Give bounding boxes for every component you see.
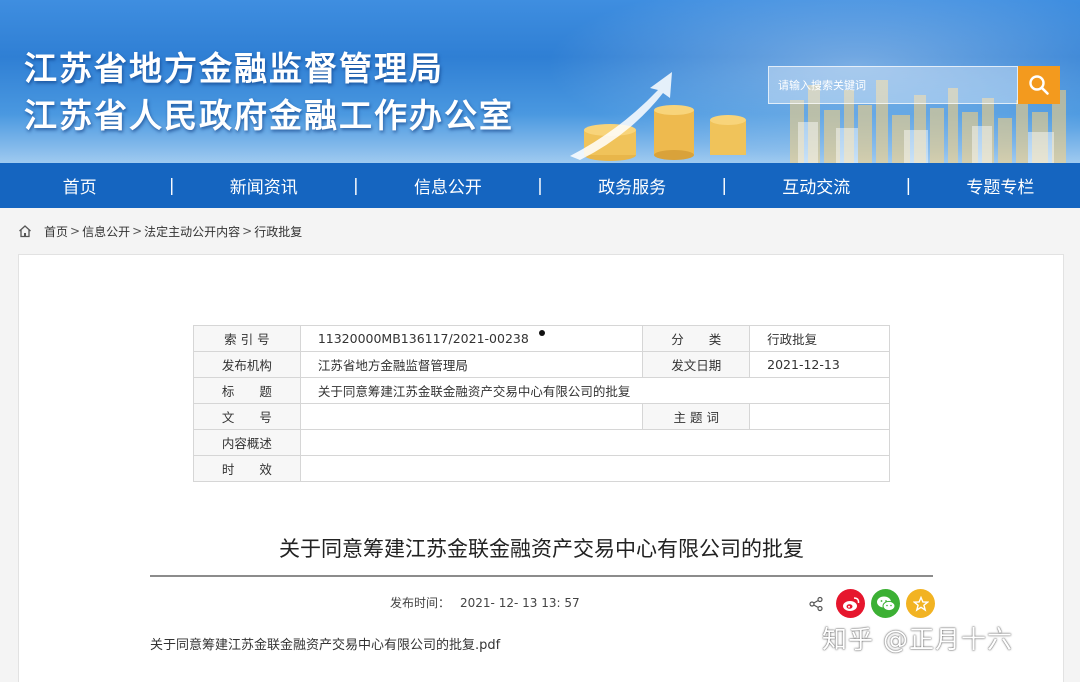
nav-item-interaction[interactable]: 互动交流 bbox=[737, 173, 896, 198]
share-bar bbox=[808, 589, 935, 618]
meta-title-value: 关于同意筹建江苏金联金融资产交易中心有限公司的批复 bbox=[299, 377, 891, 404]
nav-item-home[interactable]: 首页 bbox=[0, 173, 159, 198]
meta-publisher-value: 江苏省地方金融监督管理局 bbox=[299, 351, 644, 378]
nav-separator: | bbox=[905, 175, 912, 196]
publish-time-label: 发布时间： bbox=[390, 596, 451, 610]
search-input[interactable] bbox=[769, 67, 1017, 103]
breadcrumb-separator: > bbox=[242, 224, 253, 238]
title-divider bbox=[150, 575, 933, 577]
favorite-icon bbox=[912, 595, 929, 612]
search-icon bbox=[1029, 75, 1049, 95]
meta-row: 文 号 主 题 词 bbox=[193, 403, 890, 430]
nav-separator: | bbox=[721, 175, 728, 196]
publish-time: 发布时间： 2021- 12- 13 13: 57 bbox=[390, 594, 580, 611]
cursor-dot bbox=[539, 330, 545, 336]
breadcrumb-home[interactable]: 首页 bbox=[44, 223, 68, 240]
meta-keywords-label: 主 题 词 bbox=[642, 403, 751, 430]
attachment-link[interactable]: 关于同意筹建江苏金联金融资产交易中心有限公司的批复.pdf bbox=[150, 634, 500, 653]
meta-date-label: 发文日期 bbox=[642, 351, 751, 378]
meta-validity-label: 时 效 bbox=[193, 455, 301, 482]
meta-row: 发布机构 江苏省地方金融监督管理局 发文日期 2021-12-13 bbox=[193, 351, 890, 378]
breadcrumb-separator: > bbox=[132, 224, 143, 238]
meta-date-value: 2021-12-13 bbox=[749, 351, 890, 378]
breadcrumb-disclosure[interactable]: 信息公开 bbox=[82, 223, 130, 240]
watermark: 知乎 @正月十六 bbox=[822, 625, 1013, 654]
wechat-icon bbox=[876, 596, 895, 612]
nav-item-services[interactable]: 政务服务 bbox=[552, 173, 711, 198]
nav-item-topics[interactable]: 专题专栏 bbox=[921, 173, 1080, 198]
meta-row: 内容概述 bbox=[193, 429, 891, 456]
meta-category-label: 分 类 bbox=[642, 325, 751, 352]
meta-category-value: 行政批复 bbox=[749, 325, 890, 352]
nav-separator: | bbox=[537, 175, 543, 196]
meta-index-value: 11320000MB136117/2021-00238 bbox=[299, 325, 644, 352]
meta-docnum-value bbox=[299, 403, 644, 430]
breadcrumb-statutory[interactable]: 法定主动公开内容 bbox=[144, 223, 240, 240]
search-box bbox=[768, 66, 1018, 104]
header-banner: 江苏省地方金融监督管理局 江苏省人民政府金融工作办公室 bbox=[0, 0, 1080, 163]
nav-item-disclosure[interactable]: 信息公开 bbox=[368, 173, 527, 198]
search-button[interactable] bbox=[1018, 66, 1060, 104]
meta-title-label: 标 题 bbox=[193, 377, 301, 404]
nav-separator: | bbox=[168, 175, 175, 196]
nav-item-news[interactable]: 新闻资讯 bbox=[184, 173, 343, 198]
nav-separator: | bbox=[353, 175, 359, 196]
share-wechat-button[interactable] bbox=[871, 589, 900, 618]
meta-summary-label: 内容概述 bbox=[193, 429, 301, 456]
breadcrumb-current[interactable]: 行政批复 bbox=[254, 223, 302, 240]
document-meta-table: 索 引 号 11320000MB136117/2021-00238 分 类 行政… bbox=[193, 325, 891, 482]
meta-validity-value bbox=[299, 455, 891, 482]
favorite-button[interactable] bbox=[906, 589, 935, 618]
meta-docnum-label: 文 号 bbox=[193, 403, 301, 430]
meta-keywords-value bbox=[749, 403, 890, 430]
site-title-secondary: 江苏省人民政府金融工作办公室 bbox=[24, 96, 514, 135]
meta-row: 标 题 关于同意筹建江苏金联金融资产交易中心有限公司的批复 bbox=[193, 377, 891, 404]
home-icon bbox=[19, 225, 31, 238]
site-title-primary: 江苏省地方金融监督管理局 bbox=[24, 49, 444, 88]
share-icon bbox=[809, 596, 823, 611]
main-nav: 首页 | 新闻资讯 | 信息公开 | 政务服务 | 互动交流 | 专题专栏 bbox=[0, 163, 1080, 208]
meta-row: 时 效 bbox=[193, 455, 891, 482]
meta-index-label: 索 引 号 bbox=[193, 325, 301, 352]
meta-summary-value bbox=[299, 429, 891, 456]
meta-publisher-label: 发布机构 bbox=[193, 351, 301, 378]
article-title: 关于同意筹建江苏金联金融资产交易中心有限公司的批复 bbox=[279, 537, 804, 561]
breadcrumb-separator: > bbox=[70, 224, 81, 238]
weibo-icon bbox=[842, 596, 859, 611]
breadcrumb: 首页 > 信息公开 > 法定主动公开内容 > 行政批复 bbox=[18, 222, 302, 240]
publish-time-value: 2021- 12- 13 13: 57 bbox=[460, 596, 580, 610]
share-weibo-button[interactable] bbox=[836, 589, 865, 618]
